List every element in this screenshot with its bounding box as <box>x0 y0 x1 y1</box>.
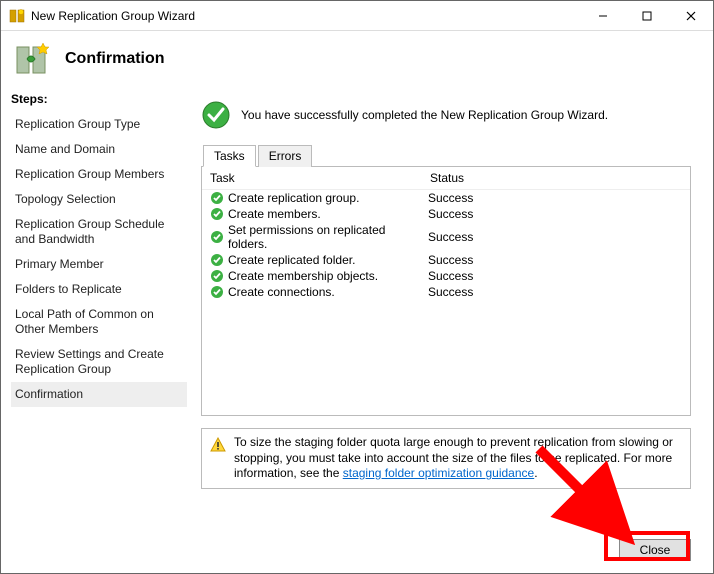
col-header-task: Task <box>210 171 430 185</box>
task-status: Success <box>428 207 682 221</box>
note-link[interactable]: staging folder optimization guidance <box>343 466 534 480</box>
sidebar-step[interactable]: Replication Group Type <box>11 112 187 137</box>
task-status: Success <box>428 285 682 299</box>
task-status: Success <box>428 230 682 244</box>
sidebar-step[interactable]: Name and Domain <box>11 137 187 162</box>
success-check-icon <box>210 285 224 299</box>
success-check-icon <box>210 207 224 221</box>
close-button[interactable]: Close <box>619 539 691 561</box>
minimize-button[interactable] <box>581 1 625 30</box>
task-name: Create membership objects. <box>228 269 428 283</box>
info-note: To size the staging folder quota large e… <box>201 428 691 489</box>
maximize-button[interactable] <box>625 1 669 30</box>
task-row: Create connections.Success <box>202 284 690 300</box>
warning-icon <box>210 437 226 453</box>
page-title: Confirmation <box>65 50 165 68</box>
window-title: New Replication Group Wizard <box>31 9 581 23</box>
task-row: Create replicated folder.Success <box>202 252 690 268</box>
sidebar-step[interactable]: Local Path of Common on Other Members <box>11 302 187 342</box>
success-check-icon <box>201 100 231 130</box>
task-table-header: Task Status <box>202 167 690 190</box>
tab-strip: Tasks Errors <box>203 144 691 166</box>
task-name: Create members. <box>228 207 428 221</box>
titlebar: New Replication Group Wizard <box>1 1 713 31</box>
sidebar-step[interactable]: Folders to Replicate <box>11 277 187 302</box>
sidebar-step[interactable]: Primary Member <box>11 252 187 277</box>
note-after: . <box>534 466 537 480</box>
sidebar-step[interactable]: Review Settings and Create Replication G… <box>11 342 187 382</box>
window-controls <box>581 1 713 30</box>
task-row: Create replication group.Success <box>202 190 690 206</box>
tab-errors[interactable]: Errors <box>258 145 313 167</box>
task-row: Set permissions on replicated folders.Su… <box>202 222 690 252</box>
sidebar-step[interactable]: Topology Selection <box>11 187 187 212</box>
sidebar-step[interactable]: Confirmation <box>11 382 187 407</box>
success-row: You have successfully completed the New … <box>201 100 691 130</box>
success-message: You have successfully completed the New … <box>241 108 608 122</box>
steps-sidebar: Steps: Replication Group TypeName and Do… <box>1 86 191 573</box>
success-check-icon <box>210 269 224 283</box>
task-status: Success <box>428 191 682 205</box>
app-icon <box>9 8 25 24</box>
task-name: Create replication group. <box>228 191 428 205</box>
close-window-button[interactable] <box>669 1 713 30</box>
task-row: Create membership objects.Success <box>202 268 690 284</box>
steps-label: Steps: <box>11 92 187 106</box>
success-check-icon <box>210 191 224 205</box>
note-text: To size the staging folder quota large e… <box>234 435 682 482</box>
tasks-panel: Task Status Create replication group.Suc… <box>201 166 691 416</box>
tab-tasks[interactable]: Tasks <box>203 145 256 167</box>
success-check-icon <box>210 230 224 244</box>
task-name: Create replicated folder. <box>228 253 428 267</box>
main-panel: You have successfully completed the New … <box>191 86 713 573</box>
success-check-icon <box>210 253 224 267</box>
sidebar-step[interactable]: Replication Group Members <box>11 162 187 187</box>
col-header-status: Status <box>430 171 682 185</box>
wizard-header: Confirmation <box>1 31 713 86</box>
task-status: Success <box>428 269 682 283</box>
task-status: Success <box>428 253 682 267</box>
task-row: Create members.Success <box>202 206 690 222</box>
task-name: Set permissions on replicated folders. <box>228 223 428 251</box>
button-row: Close <box>619 539 691 561</box>
task-name: Create connections. <box>228 285 428 299</box>
wizard-icon <box>13 39 53 79</box>
sidebar-step[interactable]: Replication Group Schedule and Bandwidth <box>11 212 187 252</box>
